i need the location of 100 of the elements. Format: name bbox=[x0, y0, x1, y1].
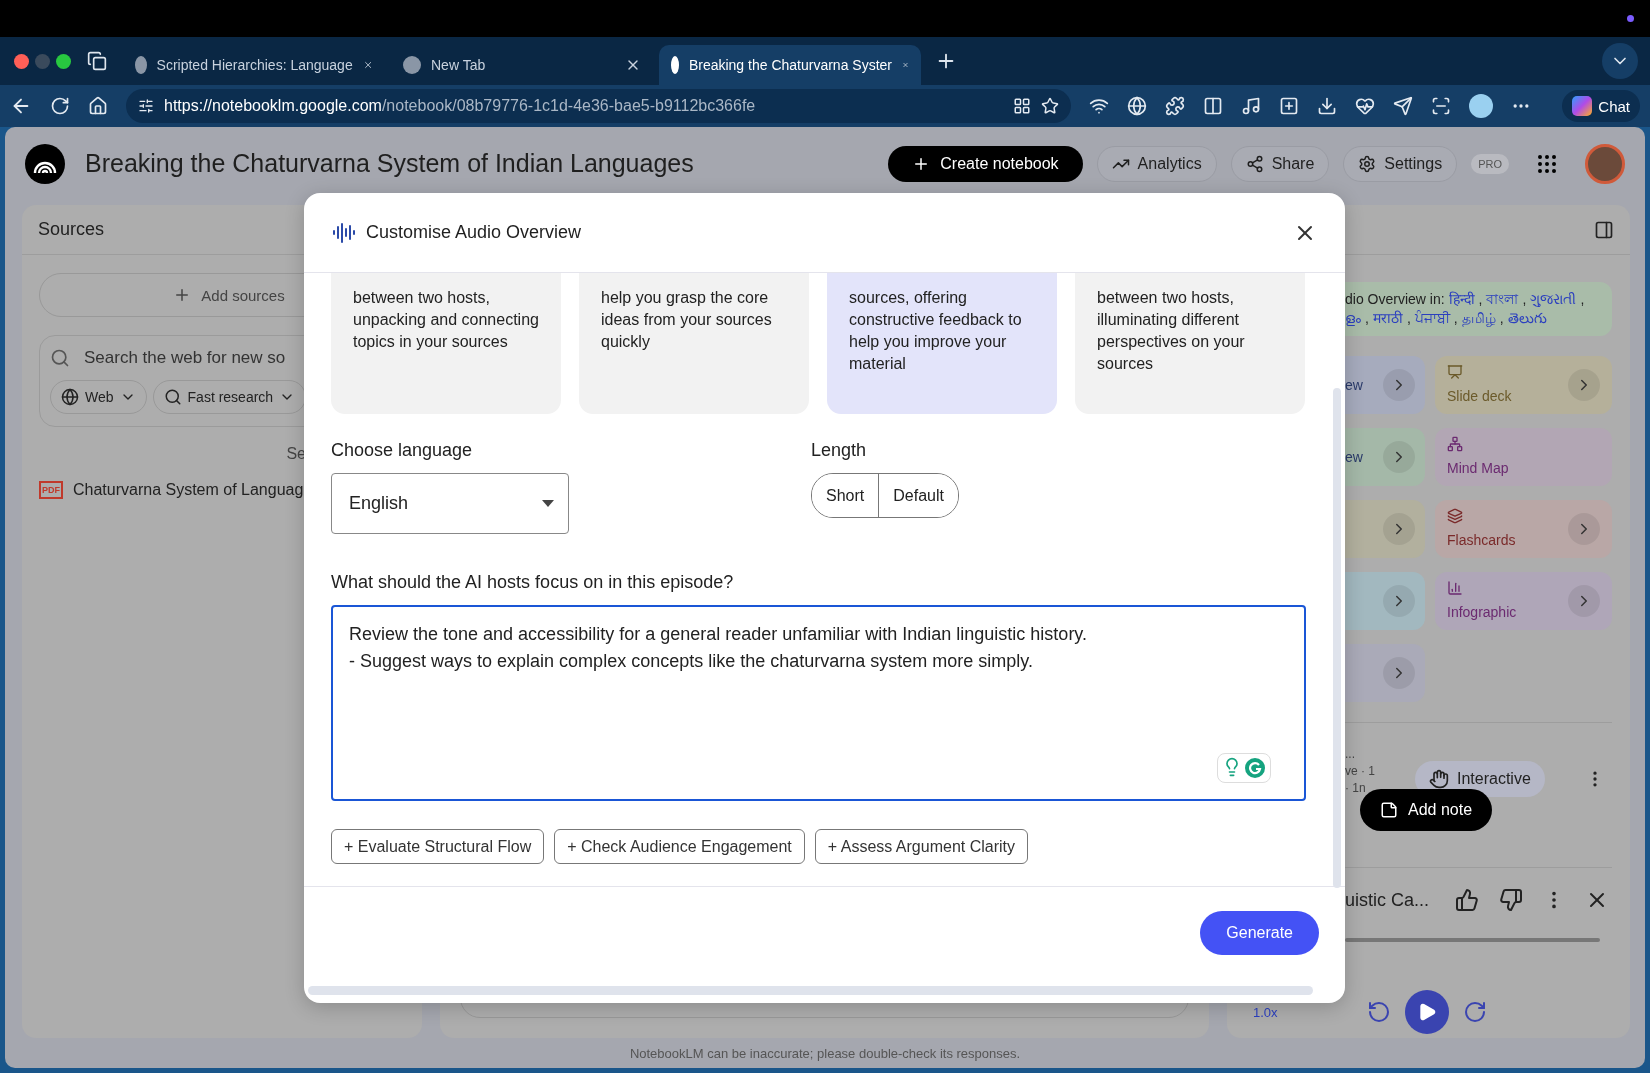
mind-map-icon bbox=[1447, 436, 1463, 452]
chat-button[interactable]: Chat bbox=[1562, 90, 1640, 122]
field-label: Length bbox=[811, 440, 868, 461]
note-meta: ve · 1 bbox=[1345, 764, 1375, 778]
address-field[interactable]: https://notebooklm.google.com/notebook/08b79776-1c1d-4e36-bae5-b9112bc366fe bbox=[126, 89, 1071, 123]
share-icon bbox=[1245, 154, 1264, 173]
play-icon bbox=[1417, 1002, 1437, 1022]
format-card[interactable]: between two hosts, unpacking and connecting topics in your sources bbox=[331, 273, 561, 414]
tool-label: Mind Map bbox=[1447, 460, 1509, 476]
forward-icon[interactable] bbox=[1463, 1000, 1487, 1024]
browser-tab[interactable]: New Tab bbox=[391, 45, 653, 85]
heart-pulse-icon[interactable] bbox=[1355, 96, 1375, 116]
send-icon[interactable] bbox=[1393, 96, 1413, 116]
browser-tab[interactable]: Scripted Hierarchies: Language bbox=[123, 45, 385, 85]
separator-text: , bbox=[1365, 309, 1369, 328]
profile-avatar[interactable] bbox=[1585, 143, 1625, 184]
globe-icon[interactable] bbox=[1127, 96, 1147, 116]
reload-icon[interactable] bbox=[50, 96, 70, 116]
audio-title: uistic Ca... bbox=[1345, 889, 1430, 911]
speed-button[interactable]: 1.0x bbox=[1253, 1004, 1353, 1020]
separator-text: , bbox=[1499, 309, 1504, 328]
header-button[interactable]: Share bbox=[1230, 145, 1330, 182]
globe-icon bbox=[61, 388, 79, 406]
thumbs-down-icon[interactable] bbox=[1499, 888, 1524, 912]
rewind-icon[interactable] bbox=[1367, 1000, 1391, 1024]
suggestion-chip[interactable]: + Assess Argument Clarity bbox=[814, 829, 1028, 864]
home-icon[interactable] bbox=[88, 96, 108, 116]
notebook-title: Breaking the Chaturvarna System of Indian Languages bbox=[85, 149, 695, 178]
screenshot-icon[interactable] bbox=[1431, 96, 1451, 116]
thumbs-up-icon[interactable] bbox=[1455, 888, 1480, 912]
tab-favicon bbox=[671, 56, 679, 74]
note-meta: ... bbox=[1345, 747, 1356, 761]
language-link[interactable]: ગુજરાતી bbox=[1530, 290, 1577, 309]
banner-text: dio Overview in: bbox=[1345, 290, 1445, 309]
extensions-icon[interactable] bbox=[1165, 96, 1185, 116]
focus-field[interactable]: Review the tone and accessibility for a general reader unfamiliar with Indian linguistic history. - Suggest ways to explain complex concepts like the chaturvarna system more simply. bbox=[331, 605, 1306, 801]
format-card[interactable]: between two hosts, illuminating different perspectives on your sources bbox=[1075, 273, 1305, 414]
separator-text: , bbox=[1453, 309, 1458, 328]
search-icon[interactable] bbox=[50, 348, 70, 368]
audio-sparkle-icon bbox=[332, 220, 356, 245]
writing-assistant-icon[interactable] bbox=[1217, 753, 1271, 783]
tool-label: Slide deck bbox=[1447, 388, 1512, 404]
field-label: Choose language bbox=[331, 440, 474, 461]
filter-chip[interactable]: Web bbox=[50, 380, 147, 414]
browser-tab[interactable]: Breaking the Chaturvarna Syster bbox=[659, 45, 921, 85]
source-item[interactable]: Chaturvarna System of Languag bbox=[73, 481, 304, 499]
download-icon[interactable] bbox=[1317, 96, 1337, 116]
search-sparkle-icon bbox=[163, 388, 182, 406]
music-icon[interactable] bbox=[1241, 96, 1261, 116]
format-card[interactable]: help you grasp the core ideas from your sources quickly bbox=[579, 273, 809, 414]
disclaimer-text: NotebookLM can be inaccurate; please double-check its responses. bbox=[628, 1044, 1022, 1063]
tool-label: ew bbox=[1345, 377, 1363, 393]
copilot-icon bbox=[1572, 96, 1593, 116]
maximize-window-icon[interactable] bbox=[56, 53, 71, 69]
hand-icon bbox=[1429, 769, 1449, 789]
collections-icon[interactable] bbox=[1279, 96, 1299, 116]
language-link[interactable]: हिन्दी bbox=[1448, 290, 1475, 309]
format-card[interactable]: sources, offering constructive feedback to help you improve your material bbox=[827, 273, 1057, 414]
separator-text: , bbox=[1580, 290, 1585, 309]
cards-icon bbox=[1447, 508, 1463, 524]
tool-label: Infographic bbox=[1447, 604, 1517, 620]
create-notebook-button[interactable]: Create notebook bbox=[888, 145, 1083, 182]
search-field[interactable]: Search the web for new so bbox=[84, 348, 300, 368]
length-option[interactable]: Default bbox=[878, 474, 958, 517]
studio-tool-card[interactable]: Infographic bbox=[1435, 572, 1612, 630]
language-link[interactable]: தமிழ் bbox=[1461, 309, 1496, 328]
studio-tool-card[interactable]: Mind Map bbox=[1435, 428, 1612, 486]
language-link[interactable]: मराठी bbox=[1372, 309, 1403, 328]
studio-tool-card[interactable]: Flashcards bbox=[1435, 500, 1612, 558]
suggestion-chip[interactable]: + Check Audience Engagement bbox=[554, 829, 805, 864]
separator-text: , bbox=[1522, 290, 1527, 309]
generate-button[interactable]: Generate bbox=[1200, 910, 1319, 955]
wifi-icon[interactable] bbox=[1089, 96, 1109, 116]
language-link[interactable]: বাংলা bbox=[1486, 290, 1519, 309]
apps-icon[interactable] bbox=[1013, 97, 1031, 115]
header-button[interactable]: Settings bbox=[1343, 145, 1458, 182]
slides-icon bbox=[1447, 364, 1463, 380]
split-screen-icon[interactable] bbox=[1203, 96, 1223, 116]
profile-avatar[interactable] bbox=[1469, 94, 1493, 118]
separator-text: , bbox=[1478, 290, 1483, 309]
suggestion-chip[interactable]: + Evaluate Structural Flow bbox=[331, 829, 545, 864]
settings-icon bbox=[1358, 154, 1377, 173]
language-link[interactable]: ളം bbox=[1345, 309, 1361, 328]
star-icon[interactable] bbox=[1041, 97, 1059, 115]
tab-favicon bbox=[135, 56, 147, 74]
panel-toggle-icon[interactable] bbox=[1594, 219, 1614, 240]
language-select[interactable]: English bbox=[331, 473, 569, 534]
close-window-icon[interactable] bbox=[14, 53, 29, 69]
play-button[interactable] bbox=[1405, 990, 1449, 1034]
language-link[interactable]: తెలుగు bbox=[1507, 309, 1547, 328]
header-button[interactable]: Analytics bbox=[1096, 145, 1217, 182]
studio-tool-card[interactable]: ew bbox=[1345, 428, 1425, 486]
tab-groups-icon[interactable] bbox=[87, 51, 107, 71]
language-link[interactable]: ਪੰਜਾਬੀ bbox=[1414, 309, 1450, 328]
filter-chip[interactable]: Fast research bbox=[152, 380, 307, 414]
panel-title: Sources bbox=[38, 219, 105, 240]
site-info-icon[interactable] bbox=[138, 98, 154, 114]
notebook-logo-icon bbox=[25, 143, 65, 184]
studio-tool-card[interactable]: ew bbox=[1345, 356, 1425, 414]
note-icon bbox=[1380, 801, 1398, 819]
